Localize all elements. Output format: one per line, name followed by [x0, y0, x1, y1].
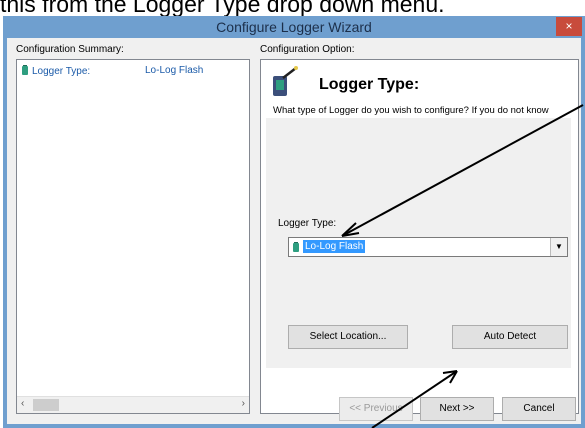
chevron-down-icon[interactable]: ▼: [550, 238, 567, 256]
logger-type-selected: Lo-Log Flash: [303, 240, 366, 253]
close-button[interactable]: ×: [556, 17, 582, 36]
caption-text: this from the Logger Type drop down menu…: [0, 0, 445, 17]
auto-detect-button[interactable]: Auto Detect: [452, 325, 568, 349]
horizontal-scrollbar[interactable]: ‹ ›: [17, 396, 249, 413]
previous-button[interactable]: << Previous: [339, 397, 413, 421]
select-location-button[interactable]: Select Location...: [288, 325, 408, 349]
summary-panel[interactable]: Logger Type: Lo-Log Flash ‹ ›: [16, 59, 250, 414]
window-title: Configure Logger Wizard: [216, 19, 372, 35]
wizard-client: Configuration Summary: Configuration Opt…: [7, 38, 581, 424]
battery-icon: [293, 242, 299, 252]
next-button[interactable]: Next >>: [420, 397, 494, 421]
scroll-left-icon[interactable]: ‹: [21, 398, 24, 409]
scroll-thumb[interactable]: [33, 399, 59, 411]
logger-type-field-label: Logger Type:: [278, 218, 337, 229]
summary-row-logger-type[interactable]: Logger Type:: [22, 65, 90, 77]
scroll-right-icon[interactable]: ›: [242, 398, 245, 409]
option-label: Configuration Option:: [260, 44, 355, 55]
summary-label: Configuration Summary:: [16, 44, 124, 55]
option-panel: Logger Type: What type of Logger do you …: [260, 59, 579, 414]
summary-row-name: Logger Type:: [32, 66, 91, 77]
cancel-button[interactable]: Cancel: [502, 397, 576, 421]
summary-row-value: Lo-Log Flash: [145, 65, 204, 76]
option-heading: Logger Type:: [319, 76, 420, 93]
title-bar[interactable]: Configure Logger Wizard ×: [3, 16, 585, 38]
logger-type-group: Logger Type: Lo-Log Flash ▼ Select Locat…: [266, 118, 571, 368]
wand-icon: [273, 66, 298, 96]
logger-type-dropdown[interactable]: Lo-Log Flash ▼: [288, 237, 568, 257]
battery-icon: [22, 65, 28, 75]
wizard-window: Configure Logger Wizard × Configuration …: [3, 16, 585, 428]
